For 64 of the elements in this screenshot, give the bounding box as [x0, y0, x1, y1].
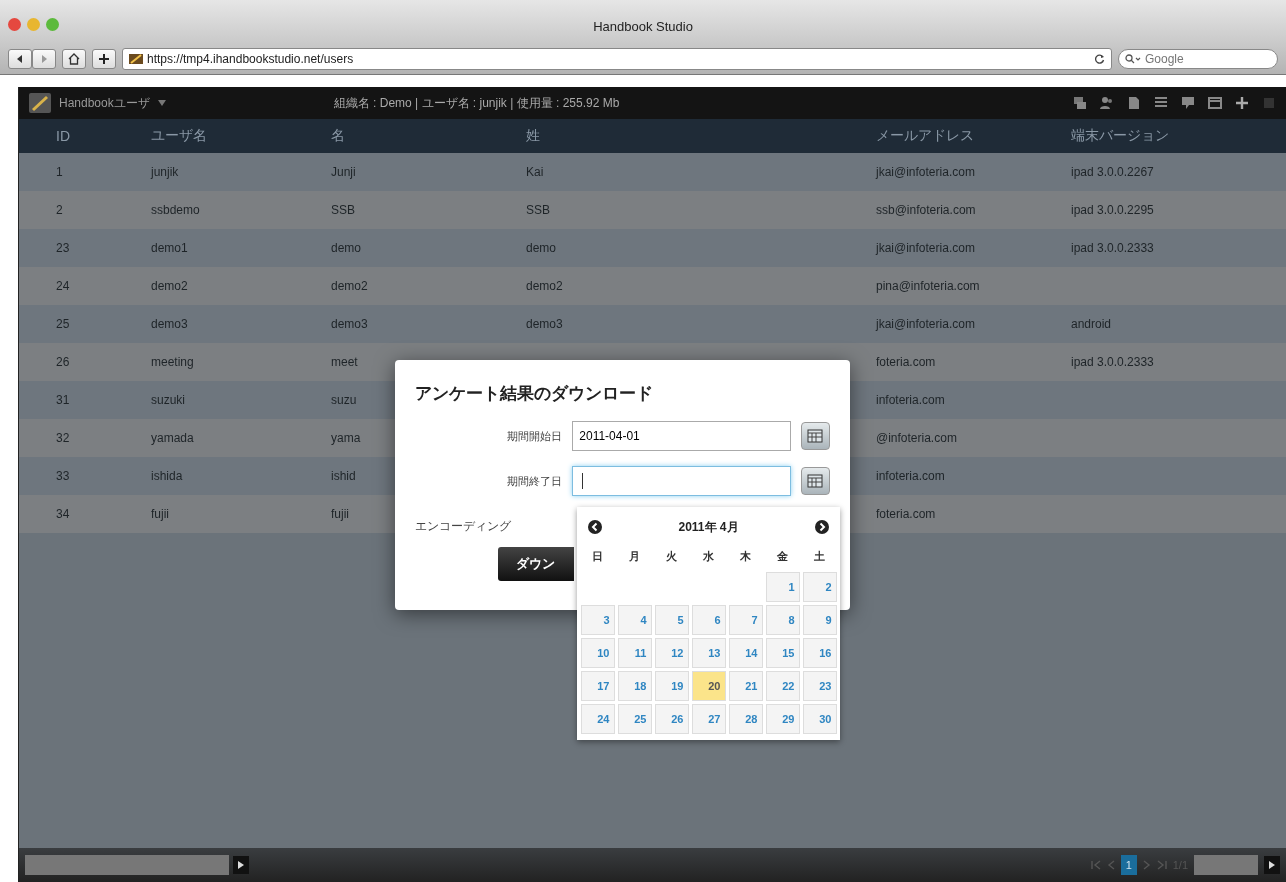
table-cell: ipad 3.0.0.2295: [1071, 203, 1154, 217]
table-cell: 24: [56, 279, 70, 293]
table-cell: 31: [56, 393, 70, 407]
table-cell: android: [1071, 317, 1112, 331]
table-cell: ssbdemo: [151, 203, 200, 217]
table-cell: ssb@infoteria.com: [876, 203, 976, 217]
table-cell: foteria.com: [876, 355, 936, 369]
table-cell: ipad 3.0.0.2267: [1071, 165, 1154, 179]
table-cell: demo3: [331, 317, 368, 331]
table-cell: foteria.com: [876, 507, 936, 521]
table-cell: fujii: [151, 507, 169, 521]
table-cell: 34: [56, 507, 70, 521]
table-cell: Kai: [526, 165, 544, 179]
table-cell: meeting: [151, 355, 194, 369]
table-cell: demo2: [526, 279, 563, 293]
table-cell: yama: [331, 431, 361, 445]
table-cell: demo2: [151, 279, 188, 293]
weekday-label: 火: [665, 549, 678, 564]
table-cell: jkai@infoteria.com: [876, 317, 975, 331]
table-cell: @infoteria.com: [876, 431, 957, 445]
weekday-label: 日: [591, 549, 604, 564]
window-title: Handbook Studio: [593, 17, 693, 34]
table-cell: jkai@infoteria.com: [876, 165, 975, 179]
weekday-label: 木: [739, 549, 752, 564]
table-cell: 2: [56, 203, 63, 217]
table-cell: demo3: [526, 317, 563, 331]
weekday-label: 水: [702, 549, 715, 564]
table-cell: jkai@infoteria.com: [876, 241, 975, 255]
account-info: 組織名 : Demo | ユーザ名 : junjik | 使用量 : 255.92 Mb: [333, 94, 620, 112]
table-cell: demo1: [151, 241, 188, 255]
table-cell: demo: [331, 241, 362, 255]
table-cell: Junji: [331, 165, 356, 179]
weekday-label: 月: [628, 549, 641, 564]
field-label: 期間開始日: [506, 428, 563, 444]
table-cell: infoteria.com: [876, 469, 945, 483]
table-cell: infoteria.com: [876, 393, 945, 407]
table-cell: ipad 3.0.0.2333: [1071, 241, 1154, 255]
table-cell: 1: [56, 165, 63, 179]
table-cell: suzuki: [151, 393, 185, 407]
table-cell: SSB: [526, 203, 550, 217]
table-cell: 25: [56, 317, 70, 331]
field-label: エンコーディング: [415, 517, 512, 535]
table-cell: meet: [331, 355, 358, 369]
table-cell: demo2: [331, 279, 368, 293]
table-cell: ishida: [151, 469, 183, 483]
table-cell: junjik: [151, 165, 179, 179]
table-cell: 26: [56, 355, 70, 369]
month-title: 2011年 4月: [678, 518, 739, 536]
table-cell: yamada: [151, 431, 194, 445]
table-cell: 33: [56, 469, 70, 483]
weekday-label: 金: [776, 549, 789, 564]
table-cell: demo3: [151, 317, 188, 331]
table-cell: pina@infoteria.com: [876, 279, 980, 293]
table-cell: 23: [56, 241, 70, 255]
table-cell: SSB: [331, 203, 355, 217]
weekday-label: 土: [813, 549, 826, 564]
table-cell: ishid: [331, 469, 356, 483]
table-cell: demo: [526, 241, 557, 255]
dialog-title: アンケート結果のダウンロード: [415, 383, 654, 405]
table-cell: suzu: [331, 393, 357, 407]
table-cell: fujii: [331, 507, 349, 521]
field-label: 期間終了日: [506, 473, 563, 489]
table-cell: 32: [56, 431, 70, 445]
table-cell: ipad 3.0.0.2333: [1071, 355, 1154, 369]
